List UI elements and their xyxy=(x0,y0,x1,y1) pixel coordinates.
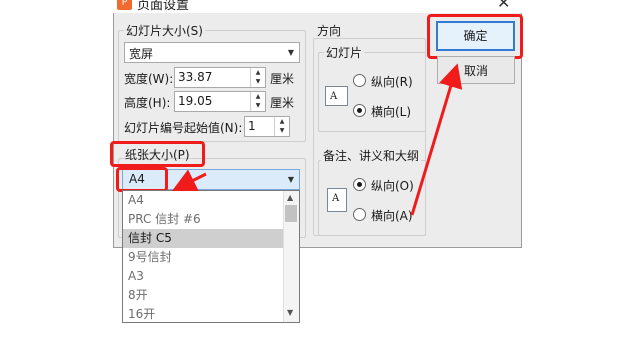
arrow-to-ok-button xyxy=(410,63,463,216)
arrow-to-paper-size xyxy=(171,169,207,192)
annotation-arrows xyxy=(171,63,463,216)
